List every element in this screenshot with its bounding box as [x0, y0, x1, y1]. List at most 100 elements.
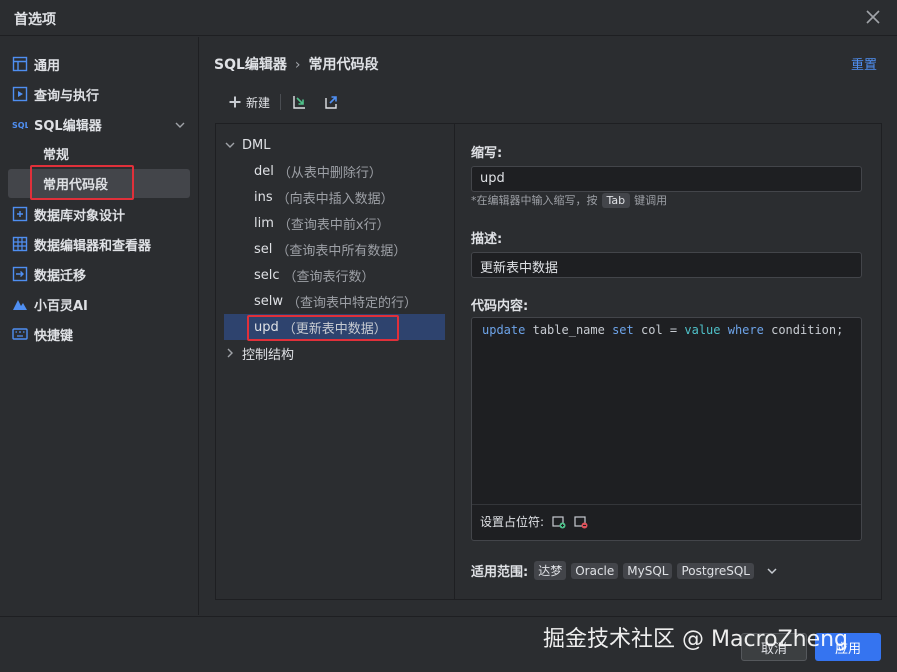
sidebar-item-label: 常规: [43, 148, 70, 163]
import-icon[interactable]: [291, 94, 307, 110]
grid-icon: [12, 236, 28, 252]
sidebar-item-sql-editor[interactable]: SQL SQL编辑器: [8, 110, 190, 138]
new-button[interactable]: 新建: [228, 94, 270, 111]
highlight-box: [247, 315, 399, 341]
ai-icon: [13, 300, 27, 310]
breadcrumb-separator-icon: ›: [294, 57, 301, 73]
tree-group-dml[interactable]: DML: [224, 132, 445, 158]
scope-tag[interactable]: 达梦: [534, 561, 567, 580]
snippet-abbr: selw: [254, 293, 284, 309]
scope-row: 适用范围: 达梦 Oracle MySQL PostgreSQL: [471, 561, 779, 580]
snippet-panel: DML del （从表中删除行） ins （向表中插入数据） lim （查询表中前x行…: [215, 123, 882, 600]
sidebar-item-label: 通用: [34, 58, 61, 74]
divider: [472, 504, 861, 505]
sidebar-item-label: 数据迁移: [34, 268, 87, 284]
reset-link[interactable]: 重置: [851, 54, 877, 73]
hint-text: 键调用: [634, 194, 668, 207]
sql-icon: SQL: [12, 121, 28, 130]
sidebar-subitem-general[interactable]: 常规: [8, 139, 190, 168]
code-token: col: [641, 323, 663, 337]
code-editor[interactable]: update table_name set col = value where …: [471, 317, 862, 541]
chevron-down-icon[interactable]: [174, 119, 186, 131]
remove-placeholder-icon[interactable]: [574, 515, 588, 529]
placeholder-label: 设置占位符:: [480, 515, 545, 529]
sidebar-item-query-execution[interactable]: 查询与执行: [8, 80, 190, 108]
sidebar-item-shortcuts[interactable]: 快捷键: [8, 320, 190, 348]
plus-icon: [229, 96, 241, 108]
svg-text:SQL: SQL: [12, 121, 28, 130]
tree-group-control-structure[interactable]: 控制结构: [224, 340, 445, 366]
keyboard-icon: [12, 328, 28, 340]
sidebar-item-label: 数据编辑器和查看器: [34, 238, 152, 254]
code-token: where: [727, 323, 764, 337]
snippet-abbr: lim: [254, 215, 274, 231]
toolbar-divider: [280, 94, 282, 110]
sidebar-item-label: 快捷键: [34, 328, 74, 344]
sidebar-item-general[interactable]: 通用: [8, 50, 190, 78]
abbr-hint: *在编辑器中输入缩写，按 Tab 键调用: [471, 192, 667, 208]
query-run-icon: [12, 86, 28, 102]
placeholder-row: 设置占位符:: [480, 513, 588, 530]
add-placeholder-icon[interactable]: [552, 515, 566, 529]
snippet-desc: （查询表中特定的行）: [287, 295, 418, 311]
snippet-desc: （查询表中所有数据）: [276, 243, 407, 259]
highlight-box: [30, 165, 134, 200]
tree-item-selw[interactable]: selw （查询表中特定的行）: [224, 288, 445, 314]
sidebar-item-ai[interactable]: 小百灵AI: [8, 290, 190, 318]
export-icon[interactable]: [323, 94, 339, 110]
code-label: 代码内容:: [471, 299, 529, 314]
desc-label: 描述:: [471, 232, 503, 247]
sidebar: 通用 查询与执行 SQL SQL编辑器 常规 常用代码段 数据库对象设计 数据编…: [0, 37, 199, 615]
db-object-icon: [12, 206, 28, 222]
layout-icon: [12, 56, 28, 72]
scope-label: 适用范围:: [471, 565, 529, 580]
tree-item-ins[interactable]: ins （向表中插入数据）: [224, 184, 445, 210]
abbr-input[interactable]: upd: [471, 166, 862, 192]
breadcrumb-parent[interactable]: SQL编辑器: [214, 57, 287, 73]
breadcrumb-current: 常用代码段: [308, 57, 379, 73]
scope-tag[interactable]: Oracle: [571, 562, 619, 579]
tree-item-del[interactable]: del （从表中删除行）: [224, 158, 445, 184]
close-icon[interactable]: [863, 7, 883, 27]
sidebar-item-data-editor[interactable]: 数据编辑器和查看器: [8, 230, 190, 258]
code-token: condition;: [771, 323, 844, 337]
title-bar: 首选项: [0, 0, 897, 36]
tree-item-sel[interactable]: sel （查询表中所有数据）: [224, 236, 445, 262]
chevron-down-icon[interactable]: [765, 564, 779, 578]
tree-item-lim[interactable]: lim （查询表中前x行）: [224, 210, 445, 236]
window-title: 首选项: [14, 12, 56, 28]
snippet-desc: （向表中插入数据）: [276, 191, 394, 207]
snippet-tree: DML del （从表中删除行） ins （向表中插入数据） lim （查询表中前x行…: [216, 124, 455, 599]
code-token: set: [612, 323, 634, 337]
tree-item-selc[interactable]: selc （查询表行数）: [224, 262, 445, 288]
snippet-desc: （查询表行数）: [283, 269, 375, 285]
footer: 取消 应用 掘金技术社区 @ MacroZheng: [0, 616, 897, 672]
tree-group-label: 控制结构: [242, 347, 295, 363]
code-token: update: [482, 323, 526, 337]
snippet-desc: （从表中删除行）: [277, 165, 382, 181]
chevron-right-icon[interactable]: [224, 347, 236, 359]
code-token: value: [684, 323, 721, 337]
code-token: table_name: [532, 323, 605, 337]
sidebar-item-db-object-design[interactable]: 数据库对象设计: [8, 200, 190, 228]
snippet-abbr: del: [254, 163, 274, 179]
snippet-desc: （查询表中前x行）: [277, 217, 390, 233]
watermark: 掘金技术社区 @ MacroZheng: [543, 627, 849, 652]
toolbar: 新建: [228, 91, 355, 113]
scope-tag[interactable]: MySQL: [623, 562, 673, 579]
desc-input[interactable]: 更新表中数据: [471, 252, 862, 278]
snippet-detail: 缩写: upd *在编辑器中输入缩写，按 Tab 键调用 描述: 更新表中数据 代码…: [456, 124, 881, 599]
code-token: =: [662, 323, 685, 337]
migrate-icon: [12, 266, 28, 282]
sidebar-item-label: 数据库对象设计: [34, 208, 126, 224]
tree-group-label: DML: [242, 137, 271, 153]
chevron-down-icon[interactable]: [224, 139, 236, 151]
scope-tag[interactable]: PostgreSQL: [677, 562, 754, 579]
sidebar-item-label: 查询与执行: [34, 88, 100, 104]
main-panel: SQL编辑器 › 常用代码段 重置 新建 DML del （从表中删除行） ins （向…: [200, 37, 897, 615]
sidebar-item-label: 小百灵AI: [34, 298, 88, 314]
sidebar-item-data-migration[interactable]: 数据迁移: [8, 260, 190, 288]
